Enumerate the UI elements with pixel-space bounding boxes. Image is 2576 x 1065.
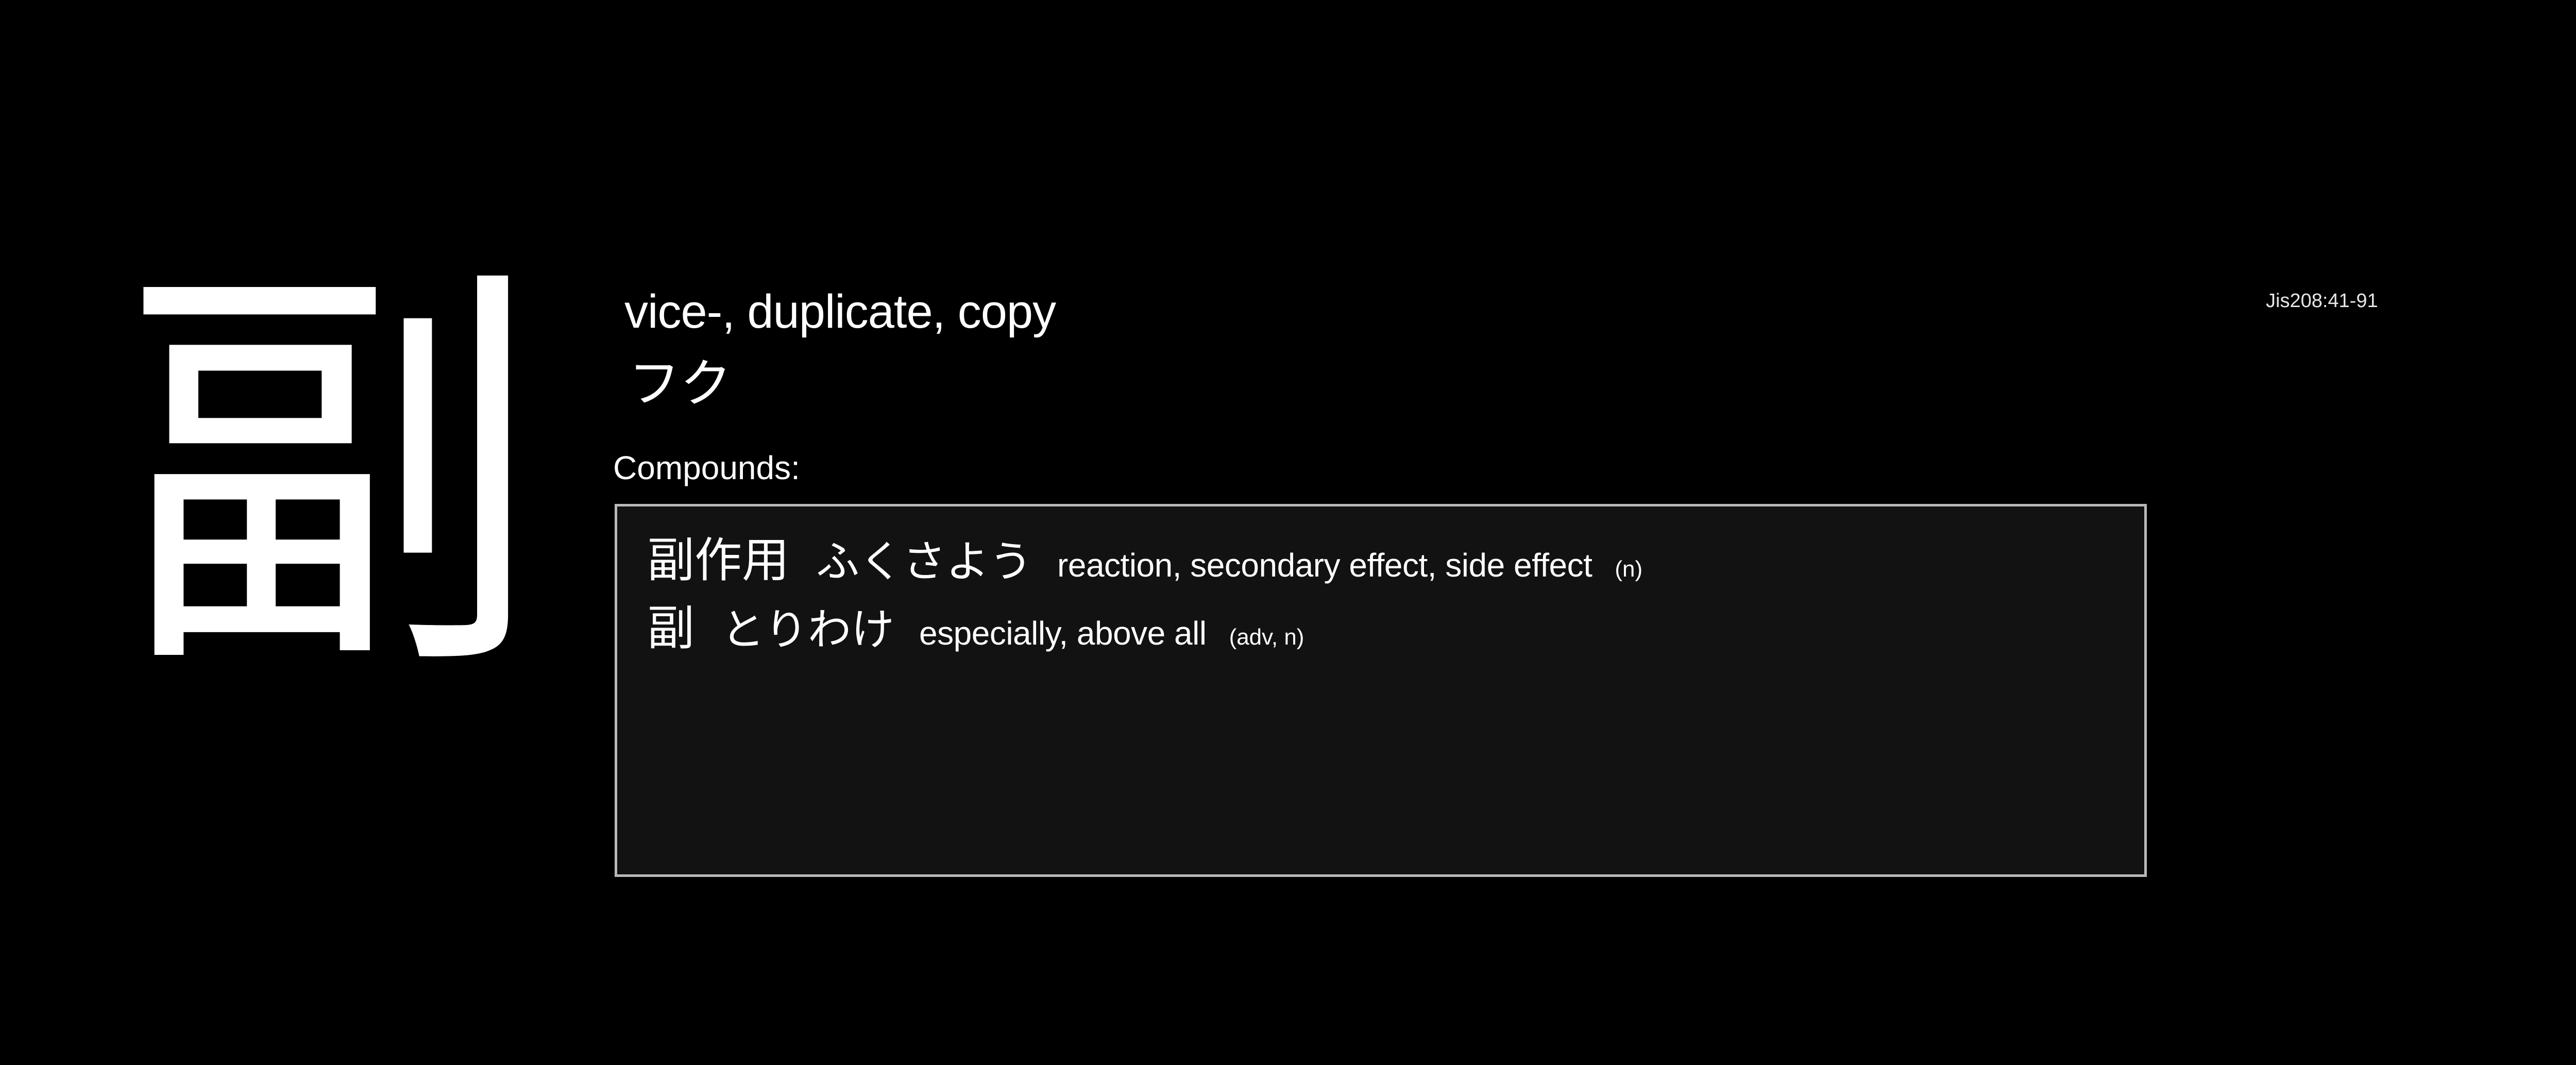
compound-word: 副: [647, 601, 695, 656]
compound-word: 副作用: [647, 533, 790, 588]
compound-gloss: reaction, secondary effect, side effect: [1057, 547, 1592, 584]
compound-gloss: especially, above all: [919, 615, 1207, 652]
compound-part-of-speech: (adv, n): [1229, 624, 1304, 650]
compound-item: 副 とりわけ especially, above all (adv, n): [647, 590, 2144, 658]
jis-code: Jis208:41-91: [2266, 290, 2378, 312]
compound-item: 副作用 ふくさよう reaction, secondary effect, si…: [647, 522, 2144, 590]
kanji-meaning: vice-, duplicate, copy: [624, 285, 1056, 338]
compound-part-of-speech: (n): [1615, 556, 1643, 582]
kanji-character: 副: [118, 231, 541, 722]
compounds-label: Compounds:: [613, 449, 800, 486]
compounds-list[interactable]: 副作用 ふくさよう reaction, secondary effect, si…: [615, 504, 2147, 877]
kanji-reading: フク: [629, 353, 732, 414]
compound-reading: とりわけ: [721, 604, 895, 655]
compound-reading: ふくさよう: [816, 536, 1033, 587]
